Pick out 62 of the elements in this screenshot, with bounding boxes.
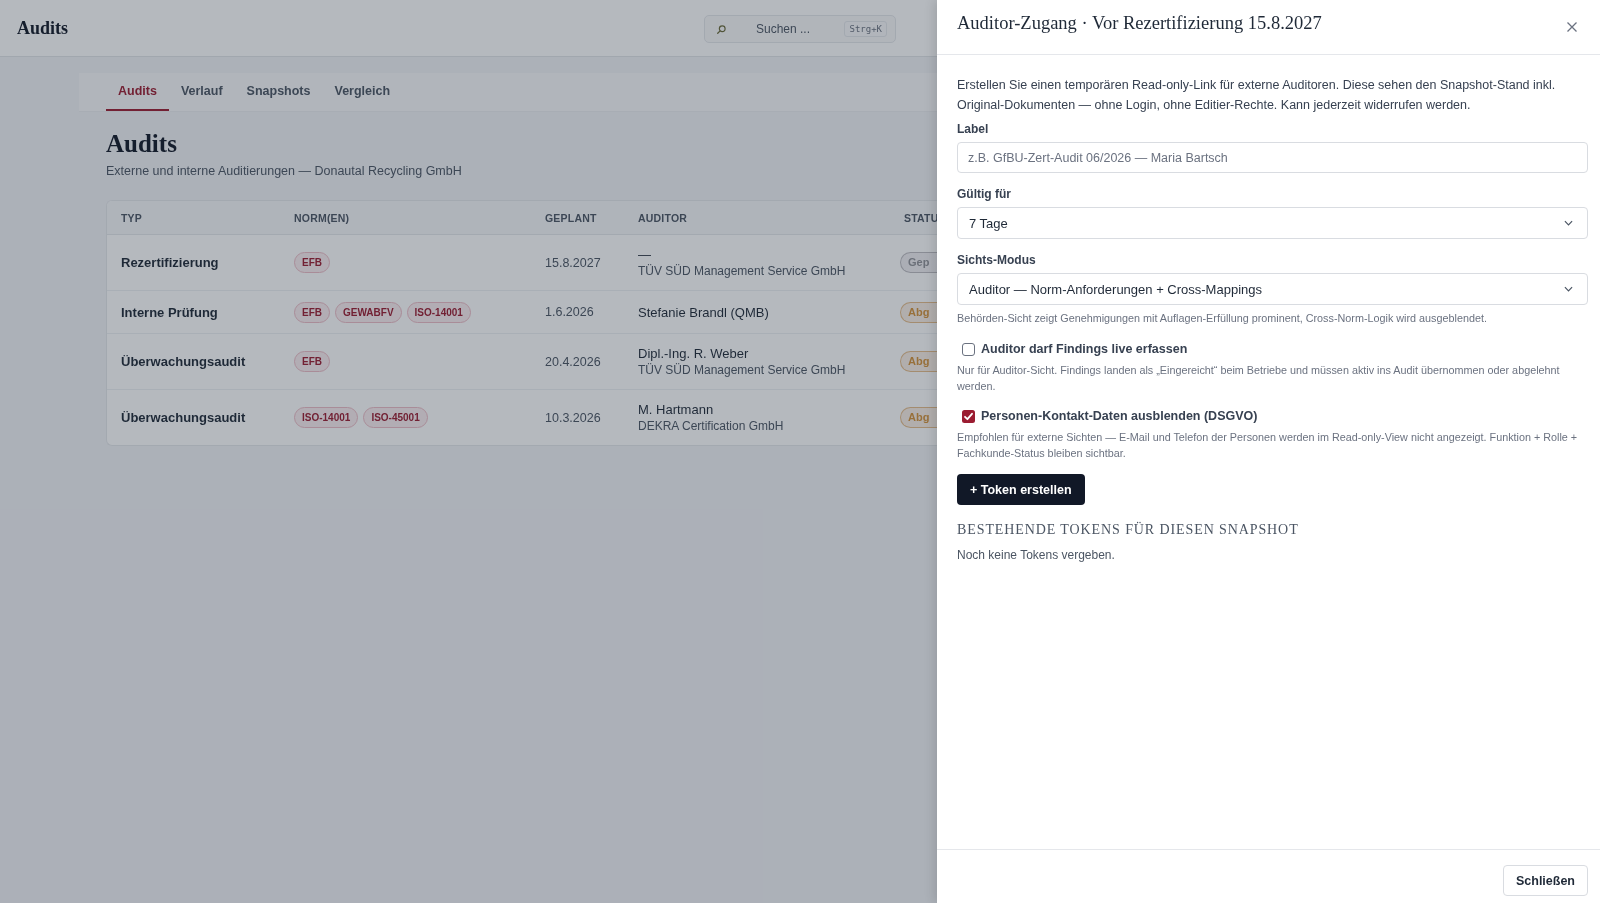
column-header: GEPLANT — [545, 211, 597, 224]
status-tag: Abg — [900, 407, 937, 428]
planned-date: 1.6.2026 — [545, 305, 594, 319]
norm-tag: ISO-14001 — [294, 407, 359, 428]
chevron-icon — [1564, 286, 1573, 292]
help-text: Empfohlen für externe Sichten — E-Mail und Telefon der Personen werden im Read-only-View nicht angezeigt. Funktion + Rolle + Fachkunde-Status bleiben sichtbar. — [957, 430, 1579, 461]
audit-type: Rezertifizierung — [121, 255, 219, 270]
empty-state-text: Noch keine Tokens vergeben. — [957, 547, 1115, 563]
help-text: Behörden-Sicht zeigt Genehmigungen mit Auflagen-Erfüllung prominent, Cross-Norm-Logik wird ausgeblendet. — [957, 311, 1487, 326]
page-title: Audits — [106, 130, 178, 158]
select-field[interactable]: Auditor — Norm-Anforderungen + Cross-Mappings — [957, 273, 1588, 305]
field-label: Sichts-Modus — [957, 252, 1036, 268]
norm-tag: EFB — [294, 252, 330, 273]
panel-title: Auditor-Zugang · Vor Rezertifizierung 15.8.2027 — [957, 12, 1322, 35]
column-header: AUDITOR — [638, 211, 688, 224]
section-heading: BESTEHENDE TOKENS FÜR DIESEN SNAPSHOT — [957, 521, 1299, 539]
field-label: Label — [957, 121, 989, 137]
column-header: TYP — [121, 211, 143, 224]
auditor-name: M. Hartmann — [638, 400, 714, 418]
audit-type: Überwachungsaudit — [121, 410, 246, 425]
planned-date: 15.8.2027 — [545, 255, 601, 270]
page-subtitle: Externe und interne Auditierungen — Donautal Recycling GmbH — [106, 163, 463, 180]
planned-date: 20.4.2026 — [545, 354, 601, 369]
tab[interactable]: Snapshots — [234, 73, 323, 111]
select-field[interactable]: 7 Tage — [957, 207, 1588, 239]
auditor-organization: TÜV SÜD Management Service GmbH — [638, 361, 846, 379]
option-label[interactable]: Personen-Kontakt-Daten ausblenden (DSGVO) — [981, 409, 1258, 423]
option-label[interactable]: Auditor darf Findings live erfassen — [981, 342, 1188, 356]
close-panel-button[interactable]: Schließen — [1502, 865, 1588, 896]
panel-description: Erstellen Sie einen temporären Read-only-Link für externe Auditoren. Diese sehen den Snapshot-Stand inkl. Original-Dokumenten — ohne Login, ohne Editier-Rechte. Kann jederzeit widerrufen werden. — [957, 77, 1557, 114]
auditor-name: — — [638, 245, 651, 263]
status-tag: Gep — [900, 252, 937, 273]
auditor-organization: TÜV SÜD Management Service GmbH — [638, 262, 846, 280]
help-text: Nur für Auditor-Sicht. Findings landen als „Eingereicht“ beim Betriebe und müssen aktiv ins Audit übernommen oder abgelehnt werden. — [957, 363, 1561, 394]
checkbox[interactable] — [962, 342, 975, 356]
column-header: STATU — [904, 211, 937, 224]
search-icon — [717, 24, 726, 34]
auditor-organization: DEKRA Certification GmbH — [638, 417, 784, 435]
text-input[interactable]: z.B. GfBU-Zert-Audit 06/2026 — Maria Bartsch — [957, 142, 1588, 173]
close-icon — [1567, 22, 1577, 32]
norm-tag: ISO-45001 — [363, 407, 428, 428]
checkbox[interactable] — [962, 409, 975, 423]
tab[interactable]: Audits — [106, 73, 169, 111]
close-button[interactable] — [1567, 22, 1577, 32]
audit-type: Überwachungsaudit — [121, 354, 246, 369]
norm-tag: EFB — [294, 301, 330, 323]
tab[interactable]: Vergleich — [322, 73, 403, 111]
planned-date: 10.3.2026 — [545, 410, 601, 425]
tab[interactable]: Verlauf — [168, 73, 235, 111]
status-tag: Abg — [900, 301, 937, 323]
app-title: Audits — [17, 17, 69, 39]
norm-tag: EFB — [294, 351, 330, 372]
column-header: NORM(EN) — [294, 211, 350, 224]
chevron-icon — [1564, 220, 1573, 226]
field-label: Gültig für — [957, 186, 1011, 202]
create-token-button[interactable]: + Token erstellen — [957, 474, 1085, 505]
auditor-name: Stefanie Brandl (QMB) — [638, 303, 769, 321]
norm-tag: ISO-14001 — [406, 301, 471, 323]
norm-tag: GEWABFV — [335, 301, 402, 323]
audit-type: Interne Prüfung — [121, 304, 218, 320]
status-tag: Abg — [900, 351, 937, 372]
auditor-name: Dipl.-Ing. R. Weber — [638, 344, 749, 362]
